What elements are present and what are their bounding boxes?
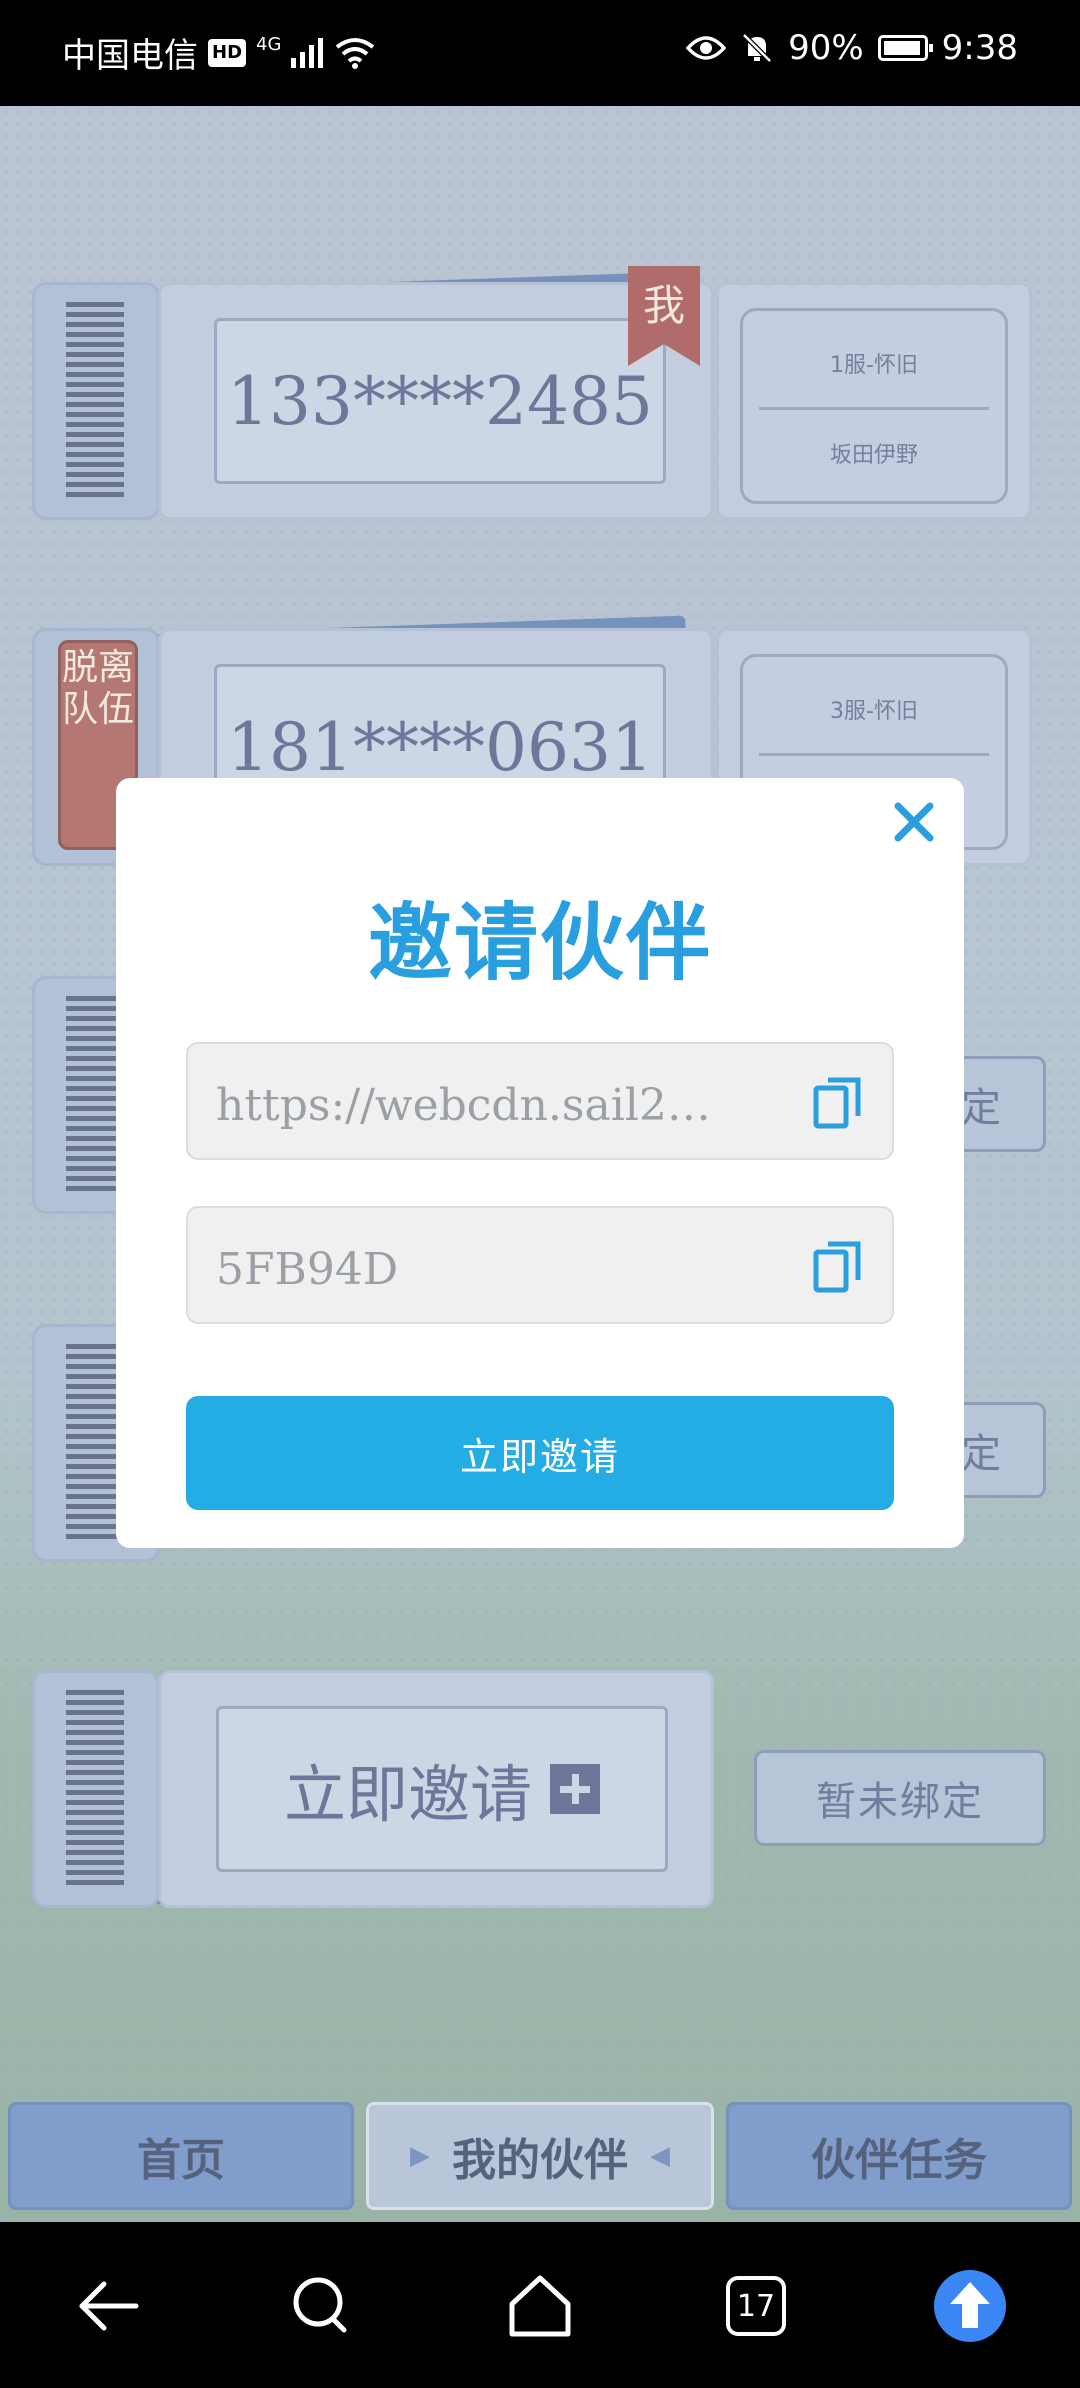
back-icon[interactable] (70, 2268, 146, 2344)
invite-partner-dialog: 邀请伙伴 https://webcdn.sail2w… 5FB94D 立即邀请 (116, 778, 964, 1548)
battery-percent: 90% (788, 28, 864, 68)
upload-arrow-icon[interactable] (932, 2268, 1008, 2344)
copy-code-icon[interactable] (812, 1238, 864, 1294)
clock: 9:38 (941, 28, 1018, 68)
invite-now-button[interactable]: 立即邀请 (186, 1396, 894, 1510)
network-type: 4G (256, 34, 282, 55)
invite-code-text: 5FB94D (216, 1244, 399, 1295)
invite-code-field[interactable]: 5FB94D (186, 1206, 894, 1324)
eye-icon (686, 36, 727, 60)
hd-badge: HD (208, 38, 247, 67)
search-icon[interactable] (284, 2268, 360, 2344)
invite-link-field[interactable]: https://webcdn.sail2w… (186, 1042, 894, 1160)
system-nav-bar: 17 (0, 2222, 1080, 2388)
signal-icon (291, 37, 324, 68)
bell-muted-icon (742, 33, 772, 63)
dialog-title: 邀请伙伴 (367, 894, 712, 992)
close-icon[interactable] (886, 794, 942, 850)
carrier-name: 中国电信 (62, 36, 198, 76)
copy-link-icon[interactable] (812, 1074, 864, 1130)
recent-apps-button[interactable]: 17 (718, 2268, 794, 2344)
invite-link-text: https://webcdn.sail2w… (216, 1080, 736, 1131)
recent-apps-count: 17 (726, 2276, 786, 2336)
battery-icon (877, 35, 933, 61)
wifi-icon (336, 37, 375, 69)
status-bar: 中国电信 HD 4G 90% 9:38 (0, 0, 1080, 106)
home-icon[interactable] (502, 2268, 578, 2344)
